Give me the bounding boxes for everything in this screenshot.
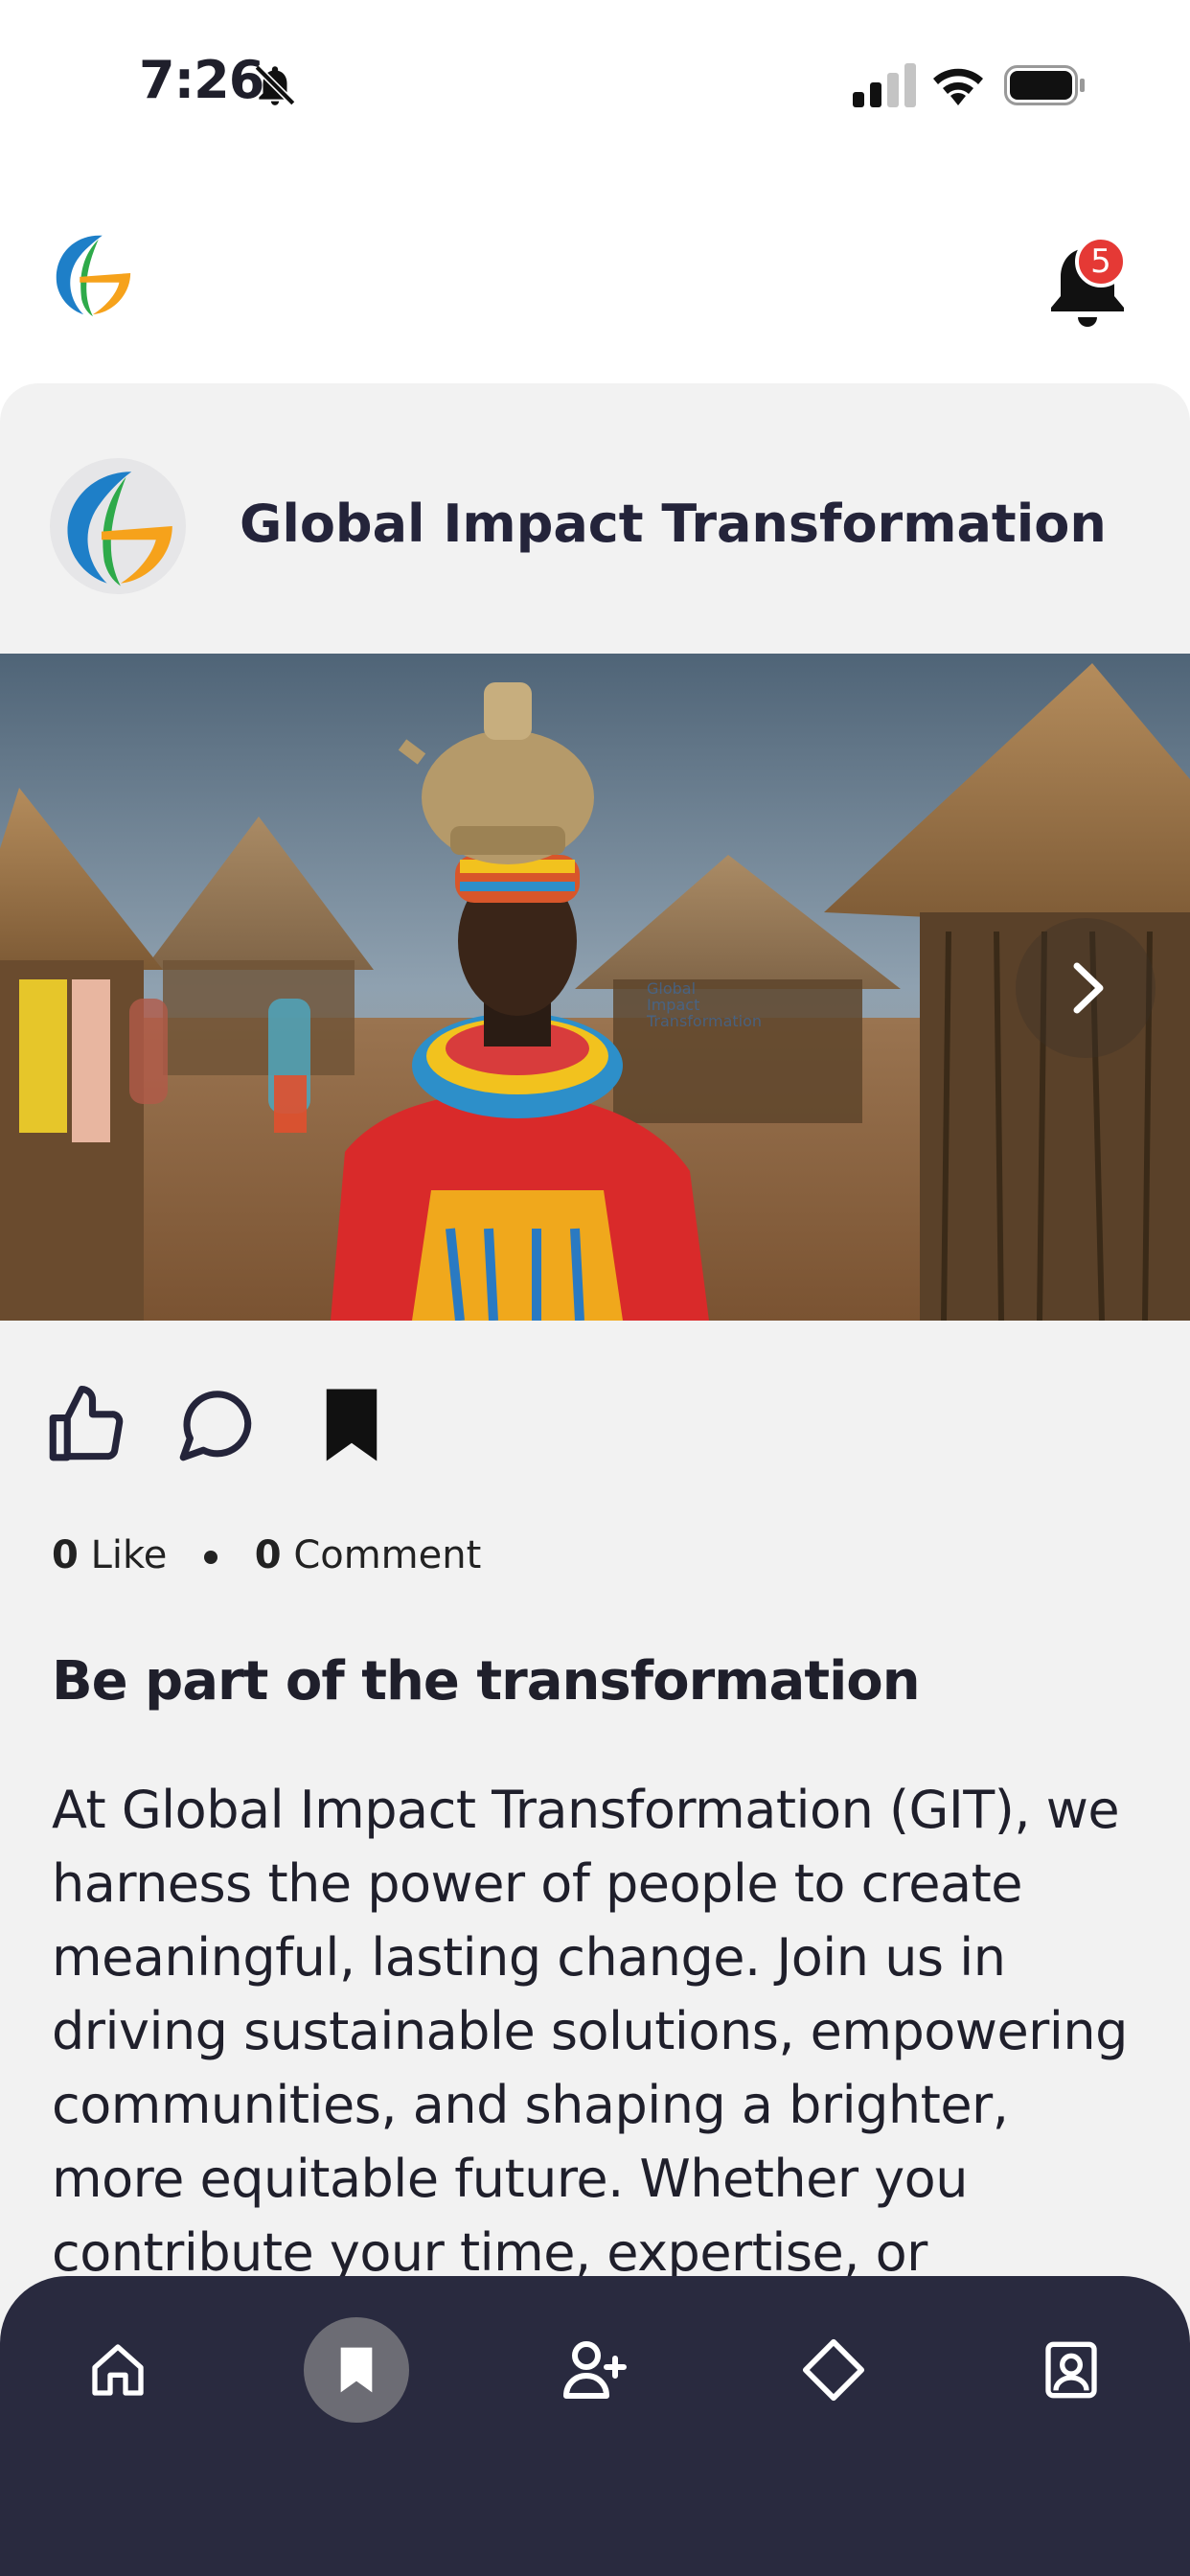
cellular-signal-icon [853, 63, 916, 107]
nav-profile[interactable] [1018, 2317, 1124, 2423]
nav-home[interactable] [65, 2317, 171, 2423]
bell-off-icon [254, 64, 296, 106]
nav-add-user[interactable] [542, 2317, 648, 2423]
diamond-icon [802, 2338, 865, 2402]
separator-dot [204, 1551, 218, 1564]
app-logo[interactable] [44, 226, 138, 320]
next-image-button[interactable] [1016, 918, 1156, 1058]
bookmark-icon[interactable] [309, 1382, 395, 1468]
chevron-right-icon [1073, 962, 1104, 1014]
post-counts: 0 Like 0 Comment [52, 1533, 481, 1577]
nav-explore[interactable] [781, 2317, 886, 2423]
village-photo-illustration: Global Impact Transformation [0, 654, 1190, 1321]
likes-count: 0 [52, 1533, 79, 1577]
comments-count: 0 [254, 1533, 282, 1577]
post-title: Be part of the transformation [52, 1650, 921, 1713]
bookmark-icon [340, 2347, 373, 2393]
notification-badge: 5 [1075, 236, 1127, 288]
author-name[interactable]: Global Impact Transformation [240, 494, 1107, 554]
app-header [0, 192, 1190, 383]
status-time: 7:26 [139, 50, 264, 110]
profile-icon [1045, 2341, 1097, 2399]
wifi-icon [933, 68, 983, 105]
add-user-icon [563, 2341, 627, 2399]
status-bar: 7:26 [0, 0, 1190, 163]
battery-icon [1004, 65, 1085, 105]
svg-text:Transformation: Transformation [646, 1012, 762, 1030]
like-icon[interactable] [42, 1382, 128, 1468]
comment-icon[interactable] [172, 1382, 259, 1468]
author-avatar[interactable] [50, 458, 186, 594]
post-image[interactable]: Global Impact Transformation [0, 654, 1190, 1321]
likes-label: Like [90, 1533, 168, 1577]
author-logo-icon [67, 472, 172, 586]
home-icon [92, 2344, 144, 2396]
comments-label: Comment [293, 1533, 482, 1577]
post-body: At Global Impact Transformation (GIT), w… [52, 1780, 1128, 2283]
nav-saved[interactable] [304, 2317, 409, 2423]
